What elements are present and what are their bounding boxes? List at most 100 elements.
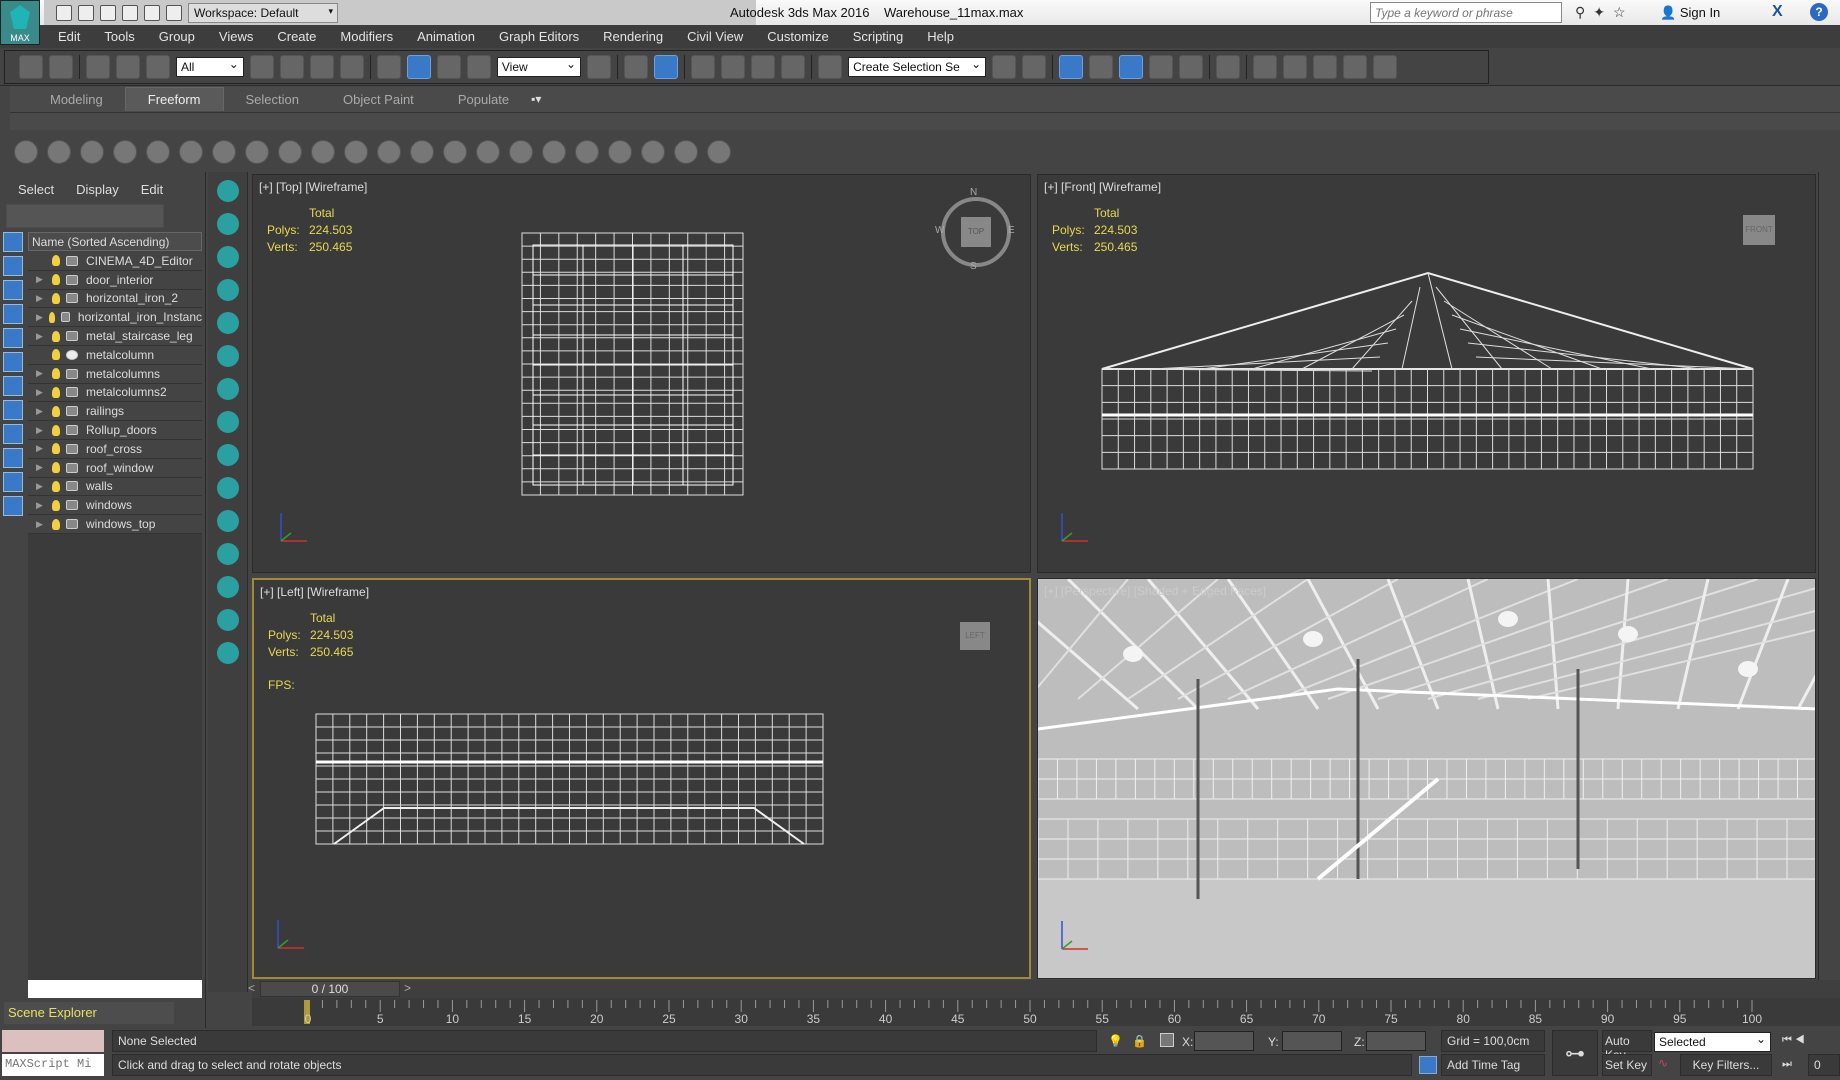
particles-icon[interactable] [410, 140, 434, 164]
add-time-tag-button[interactable]: Add Time Tag [1441, 1054, 1545, 1076]
menu-modifiers[interactable]: Modifiers [328, 29, 405, 44]
scene-explorer-menu-select[interactable]: Select [18, 182, 54, 197]
list-item[interactable]: ▶ horizontal_iron_Instanc [28, 308, 202, 328]
sun-light-icon[interactable] [216, 279, 239, 301]
undo-icon[interactable] [122, 4, 138, 21]
display-groups-icon[interactable] [3, 376, 23, 396]
list-item[interactable]: ▶ Rollup_doors [28, 421, 202, 440]
select-place-icon[interactable] [466, 55, 491, 79]
list-item[interactable]: ▶ metal_staircase_leg [28, 327, 202, 346]
light-bulb-icon[interactable] [52, 349, 60, 361]
auto-key-button[interactable]: Auto Key [1602, 1030, 1652, 1062]
transform-mode-icon[interactable] [1160, 1033, 1174, 1047]
viewport-top[interactable]: [+] [Top] [Wireframe] Total Polys: 224.503… [252, 174, 1031, 573]
key-mode-dropdown[interactable]: Selected [1654, 1032, 1771, 1052]
bind-space-warp-icon[interactable] [146, 55, 170, 79]
scene-explorer-dropdown[interactable]: Scene Explorer [4, 1002, 174, 1024]
lock-selection-icon[interactable]: 🔒 [1132, 1034, 1147, 1048]
scene-filter-input[interactable] [6, 204, 164, 228]
help-icon[interactable]: ? [1810, 3, 1828, 21]
add-camera-icon[interactable] [216, 213, 239, 235]
scene-explorer-menu-edit[interactable]: Edit [141, 182, 163, 197]
rectangular-selection-icon[interactable] [309, 55, 334, 79]
help-circle-icon[interactable] [707, 140, 731, 164]
expand-arrow-icon[interactable]: ▶ [36, 312, 45, 323]
maxscript-listener-output[interactable] [2, 1030, 104, 1052]
y-coordinate-field[interactable] [1282, 1031, 1342, 1051]
menu-tools[interactable]: Tools [92, 29, 146, 44]
menu-group[interactable]: Group [147, 29, 207, 44]
light-bulb-icon[interactable] [52, 255, 60, 267]
camera-icon[interactable] [146, 140, 170, 164]
list-item[interactable]: ▶ railings [28, 402, 202, 422]
expand-arrow-icon[interactable]: ▶ [36, 406, 48, 417]
menu-rendering[interactable]: Rendering [591, 29, 675, 44]
select-object-icon[interactable] [249, 55, 274, 79]
expand-arrow-icon[interactable]: ▶ [36, 293, 48, 304]
curve-editor-icon[interactable]: ∿ [1658, 1056, 1668, 1070]
new-file-icon[interactable] [56, 4, 72, 21]
layer-explorer-icon[interactable] [1089, 55, 1114, 79]
workspace-dropdown[interactable]: Workspace: Default [188, 2, 338, 23]
viewport-front[interactable]: [+] [Front] [Wireframe] Total Polys: 224.5… [1037, 174, 1816, 573]
tab-modeling[interactable]: Modeling [28, 88, 125, 111]
schematic-view-icon[interactable] [1179, 55, 1204, 79]
safe-frame-icon[interactable] [216, 609, 239, 631]
molecule-icon[interactable] [443, 140, 467, 164]
command-panel[interactable] [1818, 172, 1840, 992]
viewport-left[interactable]: [+] [Left] [Wireframe] Total Polys: 224.50… [252, 578, 1031, 979]
display-containers-icon[interactable] [3, 448, 23, 468]
list-item[interactable]: ▶ roof_window [28, 458, 202, 478]
percent-snap-icon[interactable] [751, 55, 776, 79]
render-setup-icon[interactable] [1253, 55, 1278, 79]
search-input[interactable] [1370, 2, 1562, 23]
save-file-icon[interactable] [100, 4, 116, 21]
scene-explorer-toggle-icon[interactable] [1059, 55, 1084, 79]
render-iterative-icon[interactable] [1343, 55, 1368, 79]
light-list-icon[interactable] [113, 140, 137, 164]
display-xrefs-icon[interactable] [3, 400, 23, 420]
set-key-icon[interactable]: ⊶ [1552, 1030, 1598, 1076]
edit-named-selection-icon[interactable] [818, 55, 843, 79]
display-bones-icon[interactable] [3, 424, 23, 444]
tree-icon[interactable] [216, 345, 239, 367]
viewcube[interactable]: LEFT [960, 622, 990, 650]
light-bulb-icon[interactable] [52, 518, 60, 530]
camera-icon[interactable] [216, 180, 239, 202]
list-item[interactable]: metalcolumn [28, 345, 202, 365]
menu-animation[interactable]: Animation [405, 29, 487, 44]
tab-populate[interactable]: Populate [436, 88, 531, 111]
expand-arrow-icon[interactable]: ▶ [36, 368, 48, 379]
light-bulb-icon[interactable] [52, 443, 60, 455]
viewcube-compass[interactable]: TOP N E S W [935, 187, 1015, 272]
time-tag-icon[interactable] [1419, 1056, 1437, 1074]
teapot-icon[interactable] [14, 140, 38, 164]
viewport-label[interactable]: [+] [Front] [Wireframe] [1044, 180, 1161, 194]
render-object-icon[interactable] [641, 140, 665, 164]
tree-card-icon[interactable] [216, 411, 239, 433]
menu-civil-view[interactable]: Civil View [675, 29, 755, 44]
expand-arrow-icon[interactable]: ▶ [36, 274, 48, 285]
link-icon[interactable] [86, 55, 110, 79]
undo-icon[interactable] [19, 55, 43, 79]
light-bulb-icon[interactable] [48, 311, 55, 323]
light-bulb-icon[interactable] [52, 480, 60, 492]
sign-in-button[interactable]: 👤 Sign In [1660, 5, 1720, 21]
a360-render-icon[interactable] [1373, 55, 1398, 79]
tab-selection[interactable]: Selection [224, 88, 321, 111]
light-bulb-icon[interactable] [52, 368, 60, 380]
expand-arrow-icon[interactable]: ▶ [36, 443, 48, 454]
display-frozen-icon[interactable] [3, 472, 23, 492]
list-item[interactable]: ▶ horizontal_iron_2 [28, 289, 202, 309]
infocenter-icons[interactable]: ⚲✦☆ [1575, 4, 1634, 21]
display-lights-icon[interactable] [3, 280, 23, 300]
select-by-name-icon[interactable] [279, 55, 304, 79]
key-mode-toggle-icon[interactable]: ⏭ [1782, 1058, 1792, 1071]
time-slider[interactable]: 0 / 100 [260, 981, 400, 997]
maxscript-mini-input[interactable]: MAXScript Mi [2, 1054, 104, 1076]
viewcube[interactable]: FRONT [1743, 215, 1775, 245]
light-bulb-icon[interactable] [52, 499, 60, 511]
tower-icon[interactable] [476, 140, 500, 164]
name-column-header[interactable]: Name (Sorted Ascending) [28, 232, 202, 251]
open-file-icon[interactable] [78, 4, 94, 21]
